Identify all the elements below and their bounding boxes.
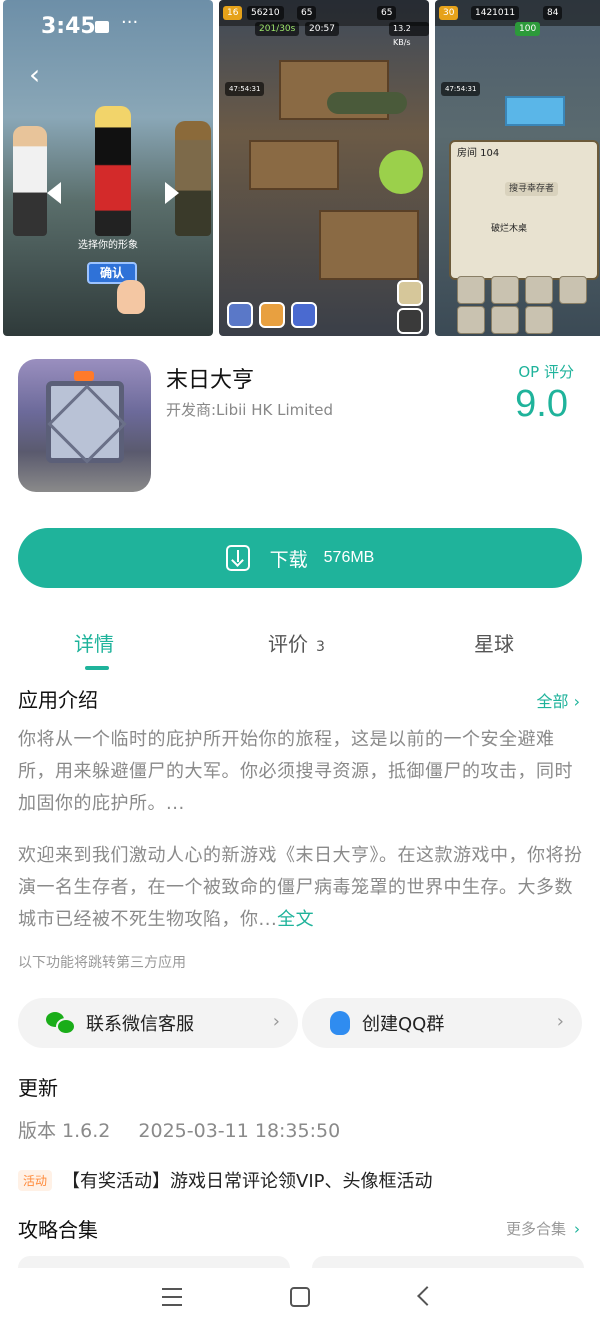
back-arrow-icon: ‹ bbox=[29, 58, 41, 91]
hud-gems: 65 bbox=[377, 6, 397, 20]
item-slot bbox=[525, 306, 553, 334]
intro-paragraph-2: 欢迎来到我们激动人心的新游戏《末日大亨》。在这款游戏中，你将扮演一名生存者，在一… bbox=[18, 840, 584, 936]
chevron-right-icon: › bbox=[574, 1220, 580, 1238]
pointer-hand-icon bbox=[117, 280, 145, 314]
activity-badge: 活动 bbox=[18, 1169, 53, 1191]
hud-timer: 47:54:31 bbox=[441, 82, 481, 96]
version-info: 版本 1.6.2 2025-03-11 18:35:50 bbox=[18, 1116, 340, 1143]
download-button[interactable]: 下载 576MB bbox=[18, 528, 582, 588]
room-label: 房间 104 bbox=[457, 148, 500, 159]
hud-score: 100 bbox=[515, 22, 541, 36]
score-value: 9.0 bbox=[515, 383, 568, 425]
chevron-right-icon: › bbox=[556, 1011, 564, 1032]
tab-review-label: 评价 bbox=[268, 632, 308, 656]
download-label: 下载 bbox=[269, 548, 308, 571]
developer-name: 开发商:Libii HK Limited bbox=[166, 401, 334, 419]
activity-text: 【有奖活动】游戏日常评论领VIP、头像框活动 bbox=[62, 1171, 433, 1192]
room-panel bbox=[449, 140, 599, 280]
intro-paragraph-1: 你将从一个临时的庇护所开始你的旅程，这是以前的一个安全避难所，用来躲避僵尸的大军… bbox=[18, 729, 573, 814]
full-text-link[interactable]: 全文 bbox=[277, 909, 314, 930]
qq-icon bbox=[330, 1011, 350, 1035]
item-slot bbox=[491, 276, 519, 304]
create-qq-group-label: 创建QQ群 bbox=[362, 1014, 445, 1035]
building bbox=[249, 140, 339, 190]
system-nav-bar bbox=[0, 1268, 600, 1333]
item-slot bbox=[559, 276, 587, 304]
hud-speed: 13.2 KB/s bbox=[389, 22, 429, 47]
hud-coins: 56210 bbox=[247, 6, 284, 20]
intro-title: 应用介绍 bbox=[18, 688, 98, 712]
next-character-icon bbox=[165, 182, 179, 204]
version-number: 版本 1.6.2 bbox=[18, 1120, 111, 1142]
more-guides-link[interactable]: 更多合集 › bbox=[506, 1218, 580, 1239]
item-slot bbox=[525, 276, 553, 304]
chevron-right-icon: › bbox=[272, 1011, 280, 1032]
hud-timer: 47:54:31 bbox=[225, 82, 265, 96]
item-slot bbox=[457, 276, 485, 304]
download-size: 576MB bbox=[323, 549, 375, 566]
guides-title: 攻略合集 bbox=[18, 1218, 98, 1242]
wechat-support-label: 联系微信客服 bbox=[86, 1014, 194, 1035]
screenshot-1[interactable]: 3:45 ··· ‹ 选择你的形象 确认 bbox=[3, 0, 213, 336]
app-name: 末日大亨 bbox=[166, 368, 255, 393]
clipboard-icon bbox=[397, 280, 423, 306]
hud-level: 16 bbox=[223, 6, 243, 20]
score-label: OP 评分 bbox=[518, 363, 574, 381]
app-icon bbox=[18, 359, 151, 492]
third-party-note: 以下功能将跳转第三方应用 bbox=[18, 955, 186, 971]
prev-character-icon bbox=[47, 182, 61, 204]
item-slot bbox=[457, 306, 485, 334]
activity-row[interactable]: 活动 【有奖活动】游戏日常评论领VIP、头像框活动 bbox=[18, 1167, 433, 1193]
hud-time: 20:57 bbox=[305, 22, 339, 36]
create-qq-group-button[interactable]: 创建QQ群 › bbox=[302, 998, 582, 1048]
item-name: 破烂木桌 bbox=[491, 224, 528, 234]
desk-blueprint bbox=[505, 96, 565, 126]
download-icon bbox=[225, 545, 250, 571]
warning-light-icon bbox=[74, 371, 94, 381]
character-left bbox=[13, 126, 47, 236]
tab-detail[interactable]: 详情 bbox=[74, 628, 114, 657]
active-tab-indicator bbox=[85, 666, 109, 670]
greenhouse-dome bbox=[379, 150, 423, 194]
character-center bbox=[95, 106, 131, 236]
walkie-talkie-icon bbox=[397, 308, 423, 334]
wechat-icon bbox=[46, 1012, 76, 1035]
vault-door-icon bbox=[46, 381, 124, 463]
tab-planet-label: 星球 bbox=[474, 632, 514, 656]
tab-detail-label: 详情 bbox=[74, 632, 114, 656]
hud-level: 30 bbox=[439, 6, 459, 20]
hud-coins: 1421011 bbox=[471, 6, 520, 20]
review-count: 3 bbox=[316, 639, 325, 655]
tab-planet[interactable]: 星球 bbox=[474, 628, 514, 657]
screenshot-carousel[interactable]: 3:45 ··· ‹ 选择你的形象 确认 16 56210 65 65 201/… bbox=[0, 0, 600, 338]
more-dots-icon: ··· bbox=[121, 12, 139, 33]
inventory-icon bbox=[227, 302, 253, 328]
recent-apps-icon[interactable] bbox=[162, 1288, 182, 1306]
hud-energy: 65 bbox=[297, 6, 317, 20]
building bbox=[319, 210, 419, 280]
hud-progress: 201/30s bbox=[255, 22, 300, 36]
status-time: 3:45 bbox=[41, 14, 96, 39]
screenshot-2[interactable]: 16 56210 65 65 201/30s 20:57 13.2 KB/s 4… bbox=[219, 0, 429, 336]
survivors-icon bbox=[259, 302, 285, 328]
choose-character-label: 选择你的形象 bbox=[78, 240, 138, 251]
message-icon bbox=[95, 21, 109, 33]
item-slot bbox=[491, 306, 519, 334]
wechat-support-button[interactable]: 联系微信客服 › bbox=[18, 998, 298, 1048]
more-guides-label: 更多合集 bbox=[505, 1220, 566, 1238]
helicopter bbox=[327, 92, 407, 114]
search-survivors-button: 搜寻幸存者 bbox=[505, 182, 559, 196]
back-icon[interactable] bbox=[417, 1286, 437, 1306]
update-date: 2025-03-11 18:35:50 bbox=[138, 1120, 341, 1142]
tab-review[interactable]: 评价 3 bbox=[268, 628, 325, 657]
character-right bbox=[175, 121, 211, 236]
home-icon[interactable] bbox=[290, 1287, 310, 1307]
intro-all-link[interactable]: 全部 › bbox=[537, 688, 581, 712]
update-title: 更新 bbox=[18, 1076, 58, 1100]
hud-energy: 84 bbox=[543, 6, 563, 20]
screenshot-3[interactable]: 30 1421011 84 100 47:54:31 房间 104 搜寻幸存者 … bbox=[435, 0, 600, 336]
shield-icon bbox=[291, 302, 317, 328]
